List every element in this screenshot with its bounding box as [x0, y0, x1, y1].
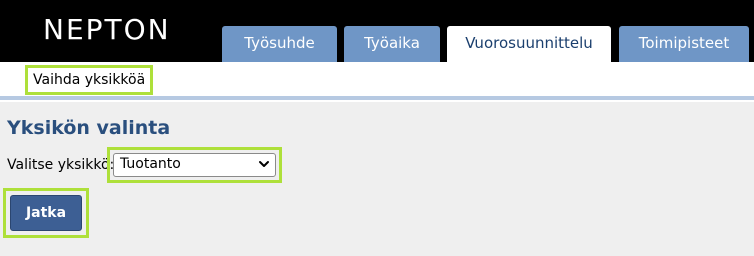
unit-select-value: Tuotanto — [120, 156, 181, 172]
tab-tyosuhde[interactable]: Työsuhde — [222, 26, 337, 62]
continue-button-highlight: Jatka — [3, 188, 89, 238]
page-title: Yksikön valinta — [7, 117, 171, 139]
unit-select-label: Valitse yksikkö: — [7, 157, 115, 173]
tab-tyoaika[interactable]: Työaika — [344, 26, 440, 62]
main-content: Yksikön valinta Valitse yksikkö: Tuotant… — [0, 102, 754, 256]
unit-select-highlight: Tuotanto — [107, 147, 282, 183]
chevron-down-icon — [259, 161, 269, 167]
unit-select[interactable]: Tuotanto — [113, 153, 276, 177]
change-unit-link[interactable]: Vaihda yksikköä — [25, 65, 154, 95]
nepton-logo: NEPTON — [43, 13, 171, 46]
continue-button[interactable]: Jatka — [10, 195, 82, 231]
top-navigation-bar: NEPTON Työsuhde Työaika Vuorosuunnittelu… — [0, 0, 754, 62]
tab-vuorosuunnittelu[interactable]: Vuorosuunnittelu — [447, 26, 611, 62]
tab-toimipisteet[interactable]: Toimipisteet — [619, 26, 749, 62]
sub-navigation-bar: Vaihda yksikköä — [0, 62, 754, 100]
